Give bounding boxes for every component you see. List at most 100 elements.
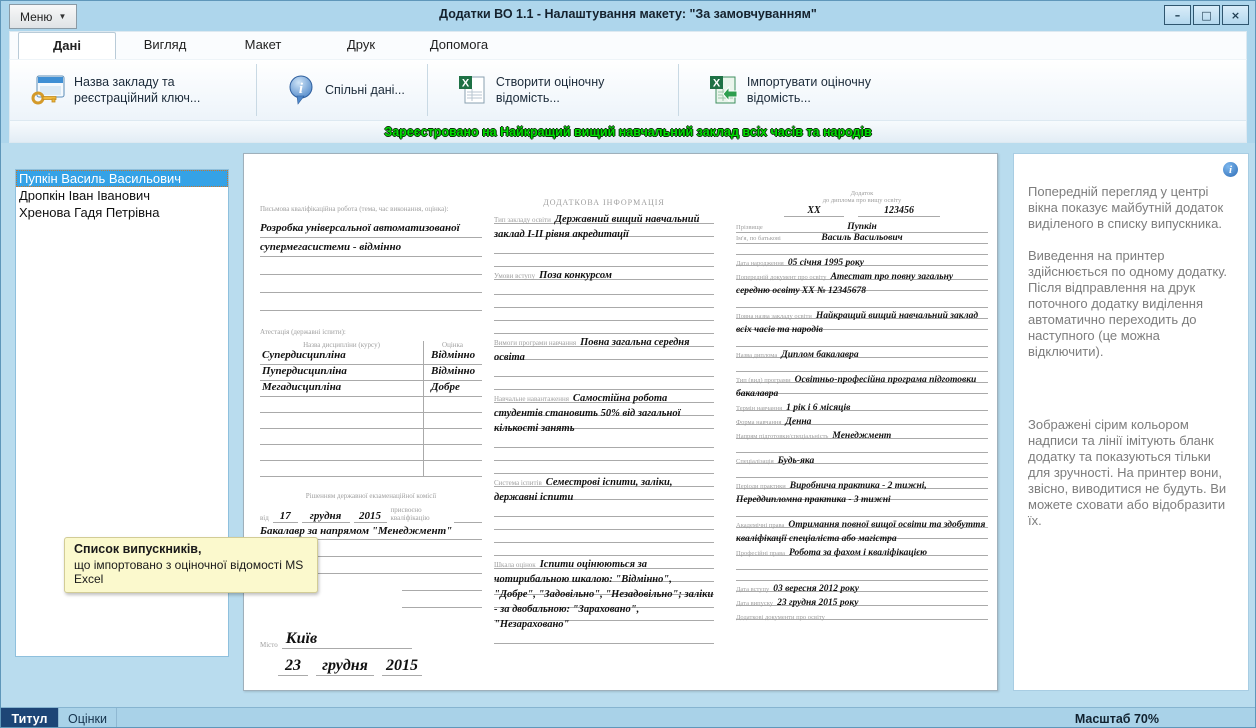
maximize-button[interactable]: □ [1193,5,1220,25]
blank-lines [736,297,988,308]
blank-lines [736,244,988,255]
doc-field-label: Дата народження [736,260,784,267]
doc-field-value: Поза конкурсом [539,270,612,281]
doc-field-value: Диплом бакалавра [781,350,858,360]
doc-field-value: Робота за фахом і кваліфікацією [789,548,927,558]
doc-field: Термін навчання 1 рік і 6 місяців [736,400,988,414]
col2-fields: Тип закладу освіти Державний вищий навча… [494,211,714,644]
table-row [260,413,482,429]
doc-field-label: Академічні права [736,522,784,529]
status-tab-grades[interactable]: Оцінки [59,708,117,728]
svg-text:X: X [462,78,470,90]
work-label: Письмова кваліфікаційна робота (тема, ча… [260,205,448,213]
blank-lines [494,241,714,267]
doc-field: Попередній документ про освіту Атестат п… [736,269,988,308]
decision-year: 2015 [354,510,387,523]
blank-lines [736,506,988,517]
tab-3[interactable]: Друк [312,32,410,59]
table-row [260,445,482,461]
list-item[interactable]: Хренова Гадя Петрівна [16,204,228,221]
status-tab-title[interactable]: Титул [1,708,59,728]
excel-import-icon: X [707,74,739,106]
issue-date-line: 23 грудня 2015 [260,657,482,676]
subjects-table: Назва дисципліни (курсу) Оцінка Супердис… [260,341,482,477]
blank-lines [736,361,988,372]
tab-0[interactable]: Дані [18,32,116,59]
supplement-header-line2: до диплома про вищу освіту [736,197,988,204]
doc-field-label: Дата вступу [736,586,769,593]
window-title: Додатки ВО 1.1 - Налаштування макету: "З… [1,7,1255,21]
doc-field: Дата випуску 23 грудня 2015 року [736,595,988,609]
toolbar-button-label: Назва закладу та реєстраційний ключ... [74,74,234,107]
minimize-button[interactable]: – [1164,5,1191,25]
blank-segment [454,522,482,523]
list-item[interactable]: Дропкін Іван Іванович [16,187,228,204]
doc-field-label: Ім'я, по батькові [736,235,781,242]
table-row: МегадисциплінаДобре [260,381,482,397]
city-value: Київ [282,630,412,649]
doc-column-right: Додаток до диплома про вищу освіту XX 12… [736,190,988,623]
doc-field: Система іспитів Семестрові іспити, залік… [494,474,714,556]
window-controls: – □ × [1162,5,1249,25]
city-label: Місто [260,641,278,649]
decision-month: грудня [302,510,350,523]
toolbar-button-label: Спільні дані... [325,82,405,98]
supplement-header: Додаток до диплома про вищу освіту XX 12… [736,190,988,217]
registration-banner-text: Зареєстровано на Найкращий вищий навчаль… [384,125,871,139]
signature-line [402,595,482,608]
doc-field-label: Тип (вид) програми [736,377,791,384]
list-item[interactable]: Пупкін Василь Васильович [16,170,228,187]
doc-field-label: Попередній документ про освіту [736,274,827,281]
from-label: від [260,514,269,523]
doc-column-left: Письмова кваліфікаційна робота (тема, ча… [260,198,482,691]
svg-text:X: X [713,78,721,90]
help-paragraph: Попередній перегляд у центрі вікна показ… [1028,184,1236,232]
doc-field-label: Додаткові документи про освіту [736,614,825,621]
doc-field: Форма навчання Денна [736,414,988,428]
doc-field-value: Менеджмент [832,431,891,441]
doc-field-value: Денна [785,417,811,427]
regnum-value: 1 [329,690,449,691]
tab-4[interactable]: Допомога [410,32,508,59]
work-value: Розробка універсальної автоматизованої с… [260,219,482,257]
issue-month: грудня [316,657,374,676]
doc-field: Умови вступу Поза конкурсом [494,267,714,334]
tab-bar: ДаніВиглядМакетДрукДопомога [9,31,1247,59]
import-sheet-button[interactable]: X Імпортувати оціночну відомість... [693,70,921,111]
close-button[interactable]: × [1222,5,1249,25]
qualification-label: присвоєно кваліфікацію [391,506,450,523]
doc-field-label: Навчальне навантаження [494,395,569,403]
subjects-rows: СупердисциплінаВідмінноПупердисциплінаВі… [260,349,482,477]
info-icon: i [1223,162,1238,177]
doc-field-label: Періоди практики [736,483,786,490]
doc-field-label: Форма навчання [736,419,781,426]
doc-field-label: Напрям підготовки/спеціальність [736,433,828,440]
series-value: XX [784,205,844,217]
doc-field: Прізвище Пупкін [736,222,988,233]
common-data-button[interactable]: i Спільні дані... [271,70,419,110]
doc-field-label: Прізвище [736,224,763,231]
doc-field-value: 03 вересня 2012 року [773,584,859,594]
decision-date-line: від 17 грудня 2015 присвоєно кваліфікаці… [260,506,482,523]
doc-field: Навчальне навантаження Самостійна робота… [494,390,714,474]
zoom-label: Масштаб 70% [1075,708,1159,728]
table-row: СупердисциплінаВідмінно [260,349,482,365]
tab-2[interactable]: Макет [214,32,312,59]
registration-banner: Зареєстровано на Найкращий вищий навчаль… [9,121,1247,143]
subjects-table-header: Назва дисципліни (курсу) Оцінка [260,341,482,349]
doc-column-middle: ДОДАТКОВА ІНФОРМАЦІЯ Тип закладу освіти … [494,198,714,644]
doc-field-value: 1 рік і 6 місяців [786,403,850,413]
institution-key-button[interactable]: Назва закладу та реєстраційний ключ... [16,70,248,111]
tab-1[interactable]: Вигляд [116,32,214,59]
table-row [260,429,482,445]
table-row [260,461,482,477]
create-sheet-button[interactable]: X Створити оціночну відомість... [442,70,670,111]
supplement-header-line1: Додаток [736,190,988,197]
doc-field-label: Дата випуску [736,600,773,607]
city-line: Місто Київ [260,630,482,649]
issue-day: 23 [278,657,308,676]
blank-lines [494,504,714,556]
signature-line [402,578,482,591]
table-row [260,397,482,413]
doc-field: Вимоги програми навчання Повна загальна … [494,334,714,390]
